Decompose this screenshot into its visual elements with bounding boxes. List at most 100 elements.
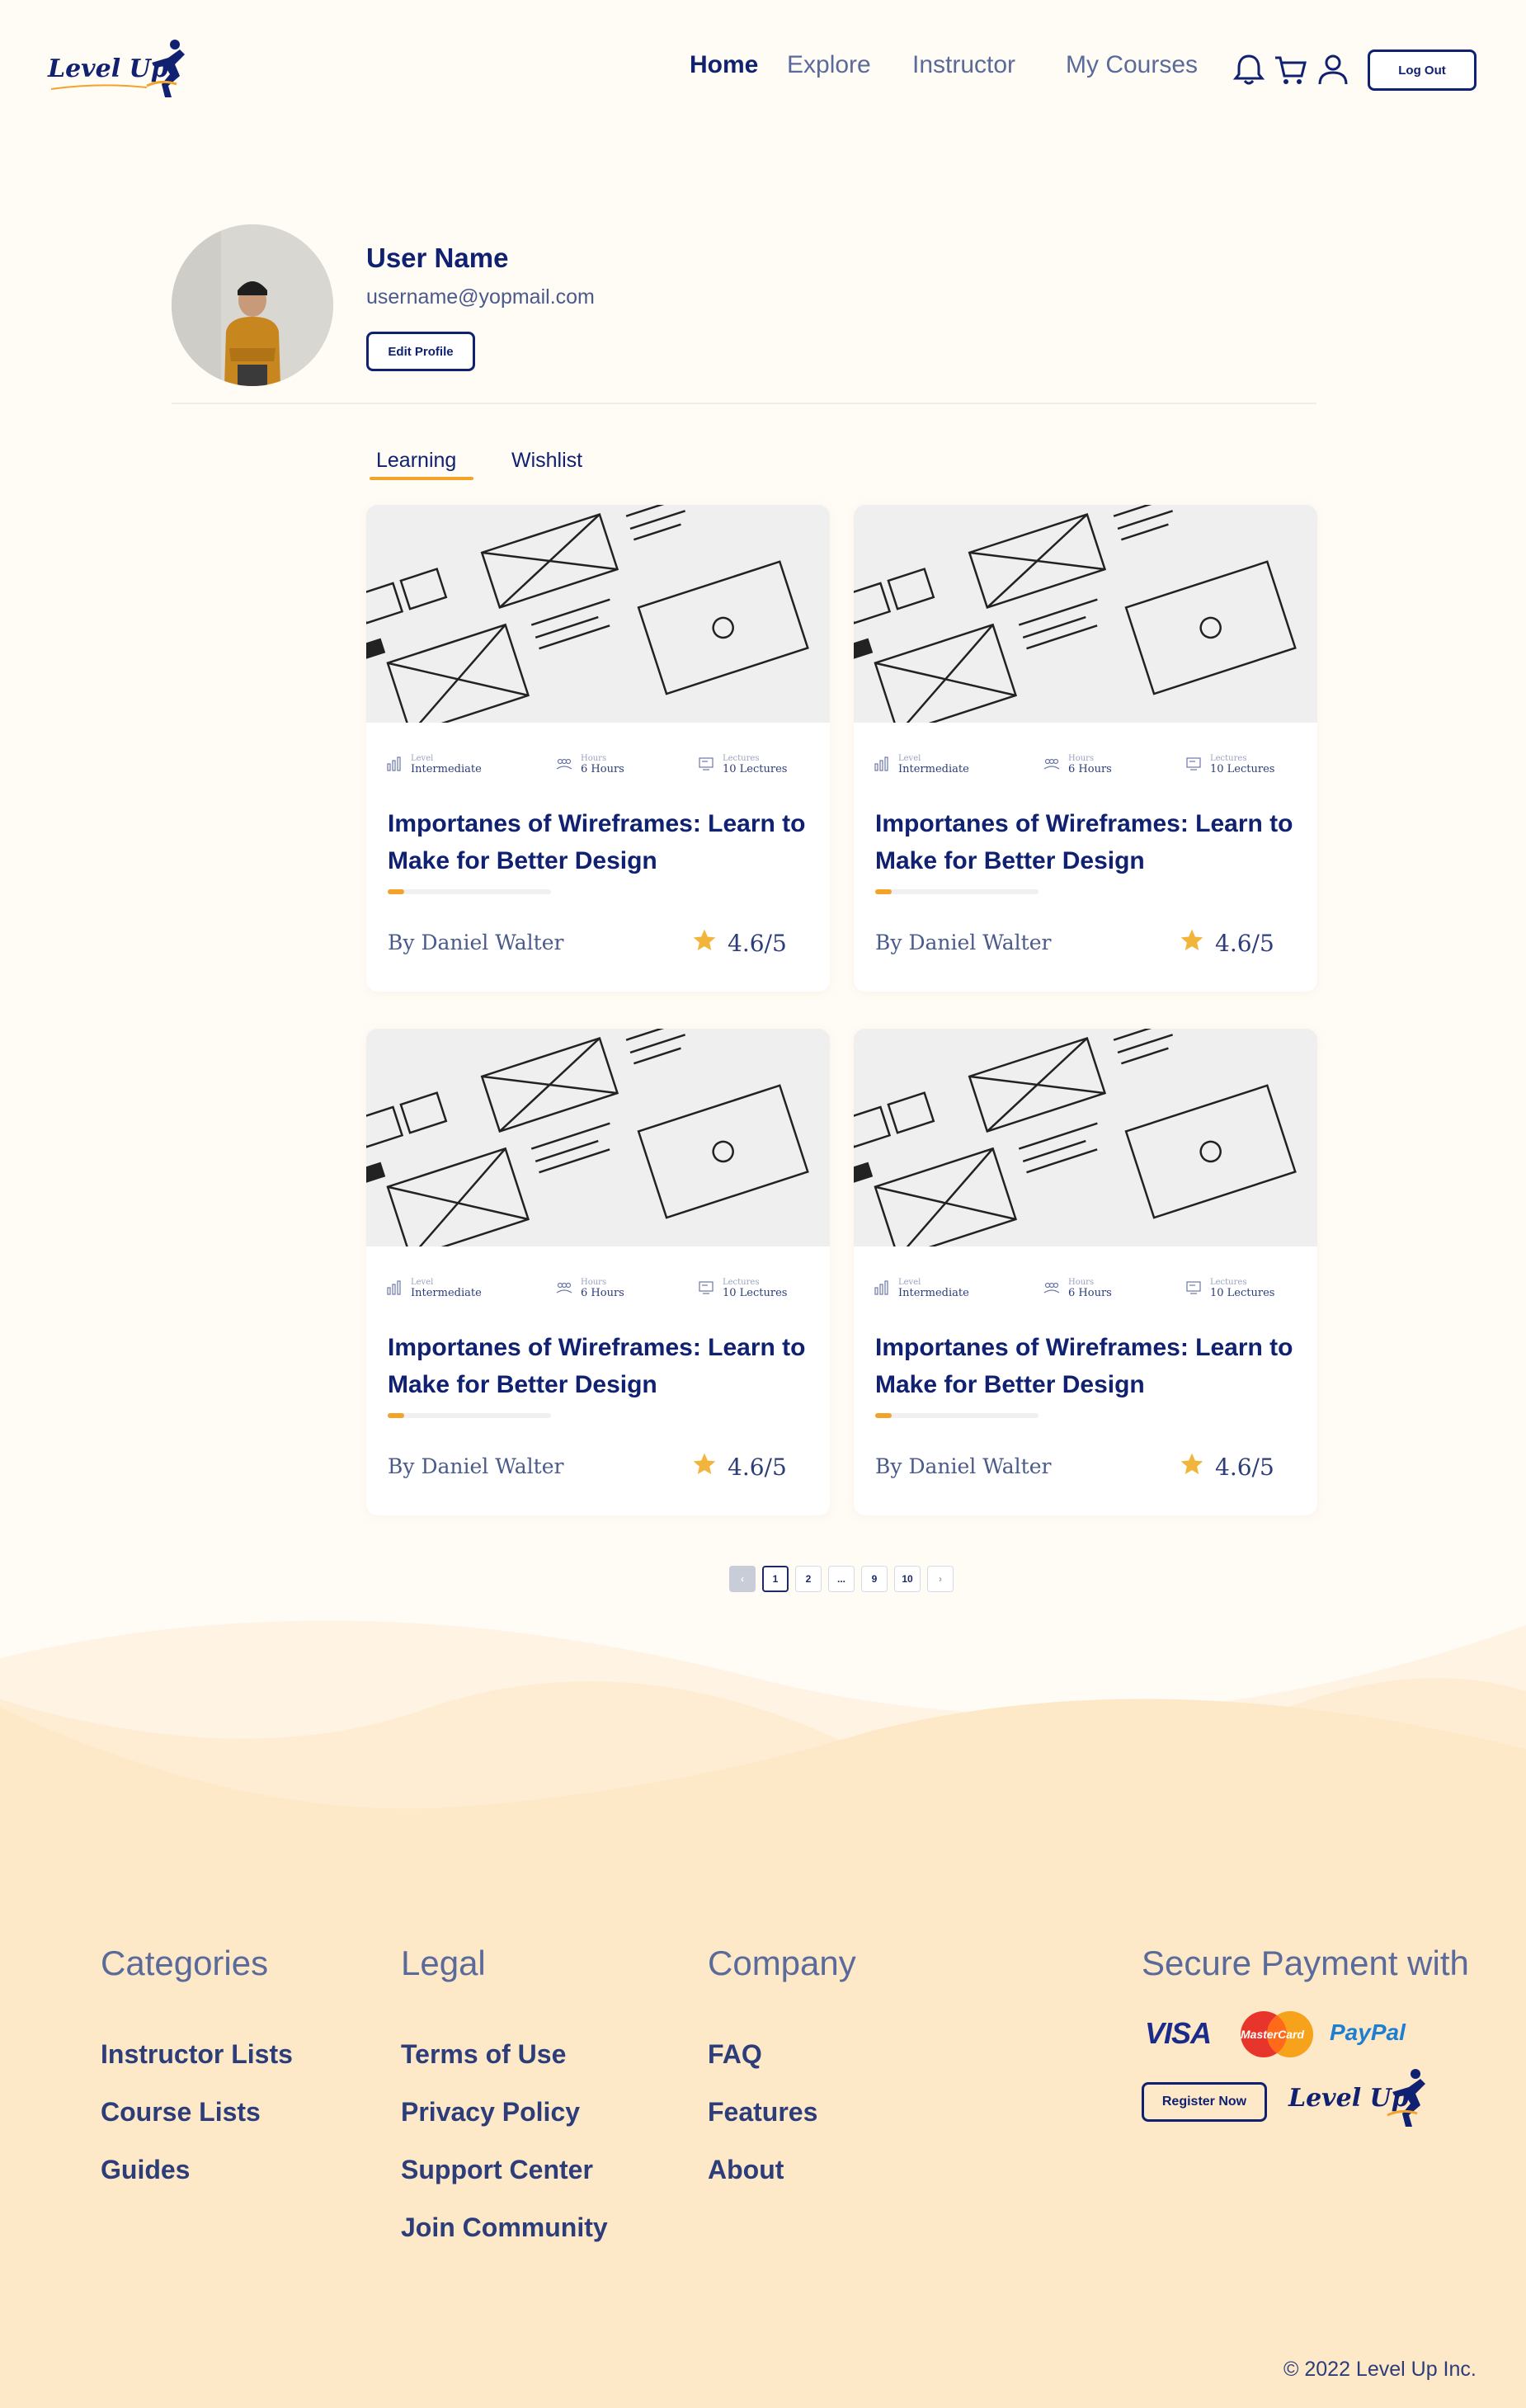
star-icon <box>1179 927 1205 959</box>
pagination-next[interactable]: › <box>927 1566 954 1592</box>
level-icon <box>386 756 403 772</box>
footer-company-title: Company <box>708 1944 856 1982</box>
lectures-value: 10 Lectures <box>1210 763 1275 775</box>
course-thumbnail <box>366 1029 830 1287</box>
pagination-page-10[interactable]: 10 <box>894 1566 921 1592</box>
lectures-value: 10 Lectures <box>723 1287 788 1299</box>
course-thumbnail <box>854 1029 1317 1287</box>
tab-active-indicator <box>370 477 473 480</box>
lectures-icon <box>1185 1279 1202 1296</box>
course-lectures: Lectures 10 Lectures <box>1210 1278 1274 1299</box>
pagination-page-2[interactable]: 2 <box>795 1566 822 1592</box>
hours-label: Hours <box>581 754 607 763</box>
pagination-page-1[interactable]: 1 <box>762 1566 789 1592</box>
course-image[interactable] <box>854 505 1317 763</box>
level-value: Intermediate <box>411 1287 482 1299</box>
course-author: By Daniel Walter <box>875 1454 1052 1478</box>
course-level: Level Intermediate <box>411 1278 482 1299</box>
footer-link-features[interactable]: Features <box>708 2097 817 2128</box>
hours-label: Hours <box>1068 1278 1095 1287</box>
profile-email: username@yopmail.com <box>366 285 595 309</box>
hours-value: 6 Hours <box>1068 763 1112 775</box>
footer-link-terms[interactable]: Terms of Use <box>401 2039 566 2070</box>
footer-link-course-lists[interactable]: Course Lists <box>101 2097 261 2128</box>
course-level: Level Intermediate <box>898 754 969 775</box>
level-icon <box>874 756 890 772</box>
footer-link-privacy[interactable]: Privacy Policy <box>401 2097 580 2128</box>
pagination-page-9[interactable]: 9 <box>861 1566 888 1592</box>
hours-icon <box>1043 1279 1060 1296</box>
user-icon[interactable] <box>1315 51 1351 87</box>
footer-link-instructor-lists[interactable]: Instructor Lists <box>101 2039 293 2070</box>
nav-explore[interactable]: Explore <box>787 51 871 79</box>
nav-home[interactable]: Home <box>690 51 758 79</box>
tab-wishlist[interactable]: Wishlist <box>511 449 582 473</box>
lectures-value: 10 Lectures <box>1210 1287 1275 1299</box>
mastercard-logo: MasterCard <box>1237 2010 1316 2059</box>
profile-name: User Name <box>366 243 509 273</box>
footer-legal-title: Legal <box>401 1944 486 1982</box>
course-title[interactable]: Importanes of Wireframes: Learn to Make … <box>388 1329 817 1403</box>
footer-link-support[interactable]: Support Center <box>401 2155 593 2185</box>
footer-link-guides[interactable]: Guides <box>101 2155 190 2185</box>
course-progress-bar <box>875 1413 1039 1418</box>
course-progress-fill <box>388 889 404 894</box>
course-progress-fill <box>875 1413 892 1418</box>
course-lectures: Lectures 10 Lectures <box>723 754 787 775</box>
bell-icon[interactable] <box>1231 51 1267 87</box>
course-card[interactable]: Level Intermediate Hours 6 Hours Lecture… <box>854 505 1317 992</box>
hours-icon <box>556 1279 572 1296</box>
course-image[interactable] <box>854 1029 1317 1287</box>
level-icon <box>874 1279 890 1296</box>
copyright: © 2022 Level Up Inc. <box>1283 2358 1477 2381</box>
footer-link-faq[interactable]: FAQ <box>708 2039 762 2070</box>
course-image[interactable] <box>366 505 830 763</box>
rating-value: 4.6/5 <box>1215 930 1274 957</box>
course-author: By Daniel Walter <box>388 931 564 954</box>
course-image[interactable] <box>366 1029 830 1287</box>
rating-value: 4.6/5 <box>728 930 787 957</box>
star-icon <box>691 1451 718 1483</box>
rating-value: 4.6/5 <box>1215 1454 1274 1481</box>
tab-learning[interactable]: Learning <box>376 449 456 473</box>
lectures-value: 10 Lectures <box>723 763 788 775</box>
level-value: Intermediate <box>411 763 482 775</box>
course-rating: 4.6/5 <box>691 1451 787 1483</box>
course-title[interactable]: Importanes of Wireframes: Learn to Make … <box>875 805 1304 879</box>
cart-icon[interactable] <box>1272 51 1308 87</box>
course-title[interactable]: Importanes of Wireframes: Learn to Make … <box>388 805 817 879</box>
course-progress-bar <box>388 1413 551 1418</box>
course-card[interactable]: Level Intermediate Hours 6 Hours Lecture… <box>366 505 830 992</box>
course-author: By Daniel Walter <box>875 931 1052 954</box>
lectures-label: Lectures <box>1210 754 1247 763</box>
footer-logo[interactable]: Level Up <box>1287 2066 1435 2135</box>
course-progress-fill <box>875 889 892 894</box>
course-title[interactable]: Importanes of Wireframes: Learn to Make … <box>875 1329 1304 1403</box>
footer-link-about[interactable]: About <box>708 2155 784 2185</box>
logout-button[interactable]: Log Out <box>1368 49 1477 91</box>
lectures-icon <box>1185 756 1202 772</box>
course-card[interactable]: Level Intermediate Hours 6 Hours Lecture… <box>366 1029 830 1515</box>
pagination-prev[interactable]: ‹ <box>729 1566 756 1592</box>
register-now-button[interactable]: Register Now <box>1142 2082 1267 2122</box>
nav-my-courses[interactable]: My Courses <box>1066 51 1198 79</box>
visa-logo: VISA <box>1145 2016 1212 2050</box>
level-label: Level <box>411 754 434 763</box>
edit-profile-button[interactable]: Edit Profile <box>366 332 475 371</box>
star-icon <box>691 927 718 959</box>
avatar-photo <box>172 224 333 386</box>
course-rating: 4.6/5 <box>1179 1451 1274 1483</box>
course-progress-bar <box>875 889 1039 894</box>
course-lectures: Lectures 10 Lectures <box>1210 754 1274 775</box>
profile-divider <box>172 403 1316 404</box>
footer-link-join-community[interactable]: Join Community <box>401 2212 608 2243</box>
hours-icon <box>556 756 572 772</box>
lectures-icon <box>698 1279 714 1296</box>
footer-payment-title: Secure Payment with <box>1142 1944 1469 1982</box>
course-hours: Hours 6 Hours <box>1068 754 1112 775</box>
hours-value: 6 Hours <box>581 763 624 775</box>
nav-instructor[interactable]: Instructor <box>912 51 1015 79</box>
footer-runner-logo-icon <box>1387 2069 1425 2127</box>
course-level: Level Intermediate <box>898 1278 969 1299</box>
course-card[interactable]: Level Intermediate Hours 6 Hours Lecture… <box>854 1029 1317 1515</box>
